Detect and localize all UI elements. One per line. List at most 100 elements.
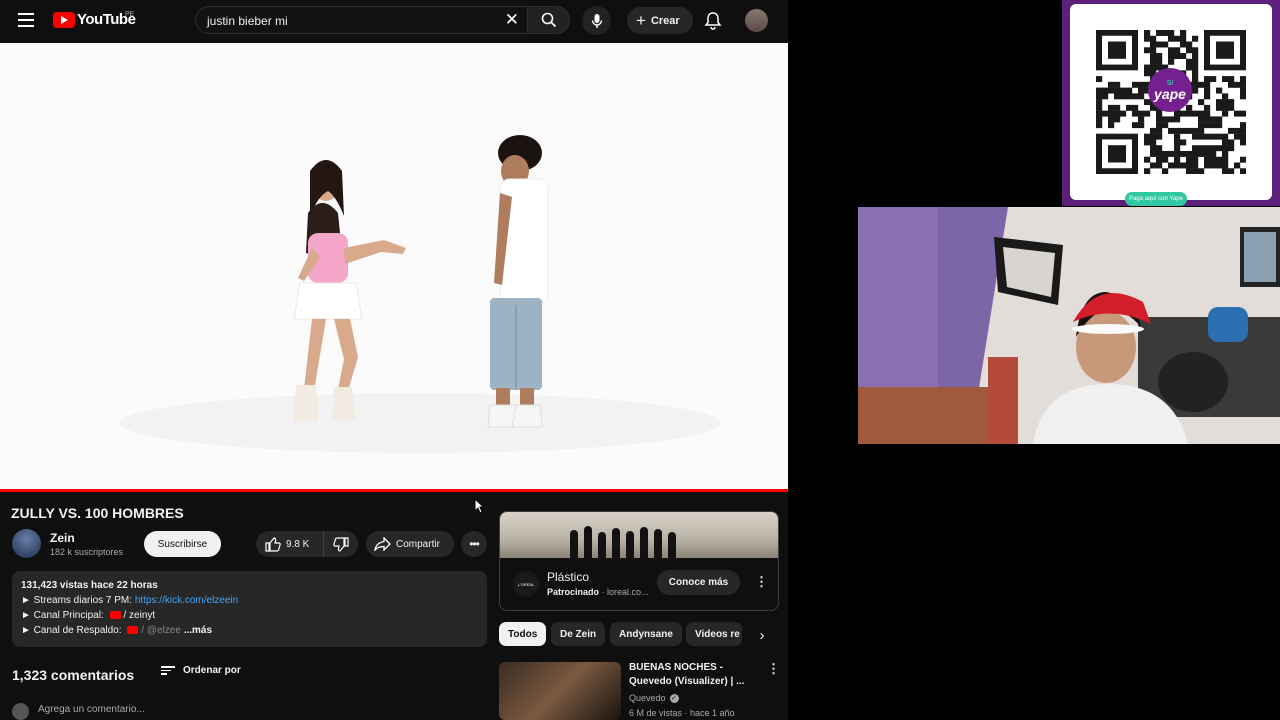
qr-module — [1210, 162, 1217, 169]
qr-module — [1156, 30, 1163, 36]
qr-module — [1156, 145, 1163, 152]
qr-module — [1126, 87, 1133, 94]
qr-module — [1180, 35, 1187, 42]
qr-module — [1156, 133, 1163, 140]
qr-module — [1192, 145, 1199, 152]
subscribe-button[interactable]: Suscribirse — [144, 531, 221, 557]
video-player[interactable] — [0, 43, 788, 490]
search-query[interactable]: justin bieber mi — [207, 14, 288, 28]
qr-module — [1096, 99, 1103, 106]
description-box[interactable]: 131,423 vistas hace 22 horas ► Streams d… — [12, 571, 487, 647]
recommended-video-menu-icon[interactable]: ⋮ — [767, 662, 780, 675]
dislike-button[interactable] — [324, 531, 358, 557]
account-avatar[interactable] — [745, 9, 768, 32]
search-button[interactable] — [527, 6, 570, 34]
more-actions-button[interactable]: ••• — [461, 531, 487, 557]
qr-module — [1150, 139, 1157, 146]
share-label: Compartir — [396, 538, 440, 550]
qr-module — [1198, 168, 1205, 174]
qr-module — [1198, 81, 1205, 88]
qr-finder-pattern — [1108, 145, 1126, 163]
qr-module — [1222, 150, 1229, 157]
qr-module — [1216, 122, 1223, 129]
sort-icon — [161, 666, 175, 675]
sort-comments-button[interactable]: Ordenar por — [161, 665, 241, 676]
clear-search-icon[interactable]: ✕ — [505, 11, 519, 29]
show-more-link[interactable]: ...más — [184, 625, 212, 636]
qr-module — [1150, 127, 1157, 134]
qr-module — [1198, 150, 1205, 157]
qr-module — [1174, 110, 1181, 117]
backup-channel-link[interactable]: / @elzee — [141, 625, 181, 636]
qr-module — [1168, 47, 1175, 54]
qr-module — [1096, 122, 1103, 129]
ad-cta-button[interactable]: Conoce más — [657, 570, 740, 595]
chip-videos[interactable]: Videos re — [686, 622, 742, 646]
qr-module — [1192, 53, 1199, 59]
qr-module — [1240, 133, 1246, 140]
recommended-video-meta: 6 M de vistas · hace 1 año — [629, 708, 735, 718]
qr-module — [1180, 53, 1187, 59]
qr-module — [1132, 93, 1139, 100]
qr-module — [1216, 104, 1223, 111]
voice-search-button[interactable] — [582, 6, 611, 35]
qr-module — [1162, 150, 1169, 157]
qr-module — [1180, 150, 1187, 157]
qr-module — [1174, 150, 1181, 157]
chip-todos[interactable]: Todos — [499, 622, 547, 646]
qr-module — [1204, 162, 1211, 169]
menu-icon[interactable] — [18, 13, 34, 27]
qr-module — [1096, 76, 1103, 83]
microphone-icon — [591, 13, 602, 28]
ad-menu-icon[interactable]: ⋮ — [755, 575, 768, 588]
qr-module — [1138, 87, 1145, 94]
qr-module — [1150, 53, 1157, 59]
qr-module — [1174, 139, 1181, 146]
qr-module — [1132, 104, 1139, 111]
recommended-video-title[interactable]: BUENAS NOCHES - Quevedo (Visualizer) | .… — [629, 661, 749, 689]
qr-module — [1144, 133, 1151, 140]
commenter-avatar — [12, 703, 29, 720]
ad-title[interactable]: Plástico — [547, 570, 589, 584]
chips-next-arrow-icon[interactable]: › — [752, 624, 772, 646]
channel-avatar[interactable] — [12, 529, 41, 558]
qr-module — [1096, 116, 1103, 123]
qr-module — [1120, 87, 1127, 94]
qr-module — [1156, 122, 1163, 129]
region-code: PE — [125, 11, 135, 18]
main-channel-link[interactable]: / zeinyt — [124, 610, 156, 621]
kick-link[interactable]: https://kick.com/elzeein — [135, 595, 238, 606]
qr-module — [1174, 156, 1181, 163]
notifications-bell-icon[interactable] — [704, 11, 722, 35]
more-horizontal-icon: ••• — [469, 537, 480, 551]
video-progress-bar[interactable] — [0, 489, 788, 492]
qr-module — [1186, 110, 1193, 117]
qr-module — [1192, 150, 1199, 157]
ad-thumbnail[interactable] — [500, 512, 778, 558]
qr-module — [1174, 127, 1181, 134]
qr-module — [1126, 104, 1133, 111]
search-input[interactable]: justin bieber mi ✕ — [195, 6, 528, 34]
recommended-video-thumbnail[interactable] — [499, 662, 621, 720]
qr-module — [1114, 93, 1121, 100]
youtube-logo[interactable]: YouTube — [53, 11, 136, 28]
ad-figures — [570, 524, 710, 558]
share-button[interactable]: Compartir — [366, 531, 454, 557]
chip-de-zein[interactable]: De Zein — [551, 622, 606, 646]
qr-module — [1114, 81, 1121, 88]
add-comment-input[interactable]: Agrega un comentario... — [38, 704, 145, 715]
like-button[interactable]: 9.8 K — [256, 531, 324, 557]
qr-module — [1240, 76, 1246, 83]
channel-name[interactable]: Zein — [50, 531, 75, 545]
qr-module — [1240, 127, 1246, 134]
chip-andynsane[interactable]: Andynsane — [610, 622, 682, 646]
qr-module — [1138, 110, 1145, 117]
qr-module — [1186, 41, 1193, 48]
qr-module — [1222, 156, 1229, 163]
recommended-channel-name[interactable]: Quevedo — [629, 693, 666, 703]
qr-module — [1198, 122, 1205, 129]
create-button[interactable]: + Crear — [627, 7, 693, 34]
sponsored-ad-card[interactable]: L'ORÉAL Plástico Patrocinado · loreal.co… — [499, 511, 779, 611]
qr-module — [1168, 35, 1175, 42]
main-channel-label: ► Canal Principal: — [21, 610, 107, 621]
